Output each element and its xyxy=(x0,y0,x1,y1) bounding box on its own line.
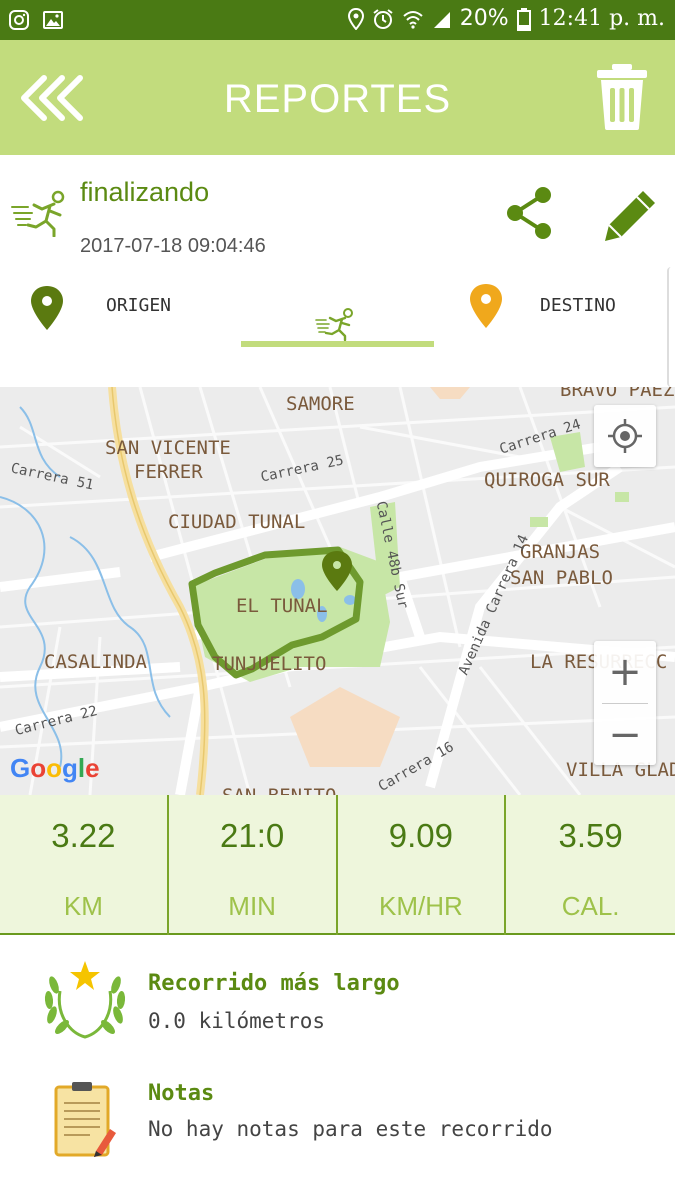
stat-calories-unit: CAL. xyxy=(561,891,620,921)
zoom-in-button[interactable]: + xyxy=(594,641,656,703)
map-label-bravo-paez: BRAVO PAEZ xyxy=(560,387,675,401)
map-base xyxy=(0,387,675,795)
stat-time-unit: MIN xyxy=(228,891,276,921)
origin-pin-icon[interactable] xyxy=(30,285,64,331)
status-bar: 20% 12:41 p. m. xyxy=(0,0,675,40)
map-label-samore: SAMORE xyxy=(286,393,355,415)
map-label-san-vicente: SAN VICENTE xyxy=(105,437,231,459)
route-tabs: ORIGEN DESTINO xyxy=(0,267,675,387)
map-label-ciudad-tunal: CIUDAD TUNAL xyxy=(168,511,306,533)
google-logo[interactable]: Google xyxy=(10,753,100,784)
location-icon xyxy=(347,7,364,30)
map-label-san-pablo: SAN PABLO xyxy=(510,567,613,589)
stat-distance-value: 3.22 xyxy=(51,817,116,854)
map-label-granjas: GRANJAS xyxy=(520,541,601,563)
stat-speed-value: 9.09 xyxy=(388,817,453,854)
notes-title: Notas xyxy=(148,1081,215,1106)
map-label-quiroga-sur: QUIROGA SUR xyxy=(484,469,610,491)
stat-time: 21:0 MIN xyxy=(169,795,338,935)
session-header: finalizando 2017-07-18 09:04:46 xyxy=(0,155,675,275)
signal-icon xyxy=(433,11,450,28)
route-runner-icon[interactable] xyxy=(314,307,358,341)
zoom-out-button[interactable]: − xyxy=(594,704,656,766)
destination-pin-icon[interactable] xyxy=(469,283,503,329)
trash-icon[interactable] xyxy=(595,62,649,132)
my-location-button[interactable] xyxy=(594,405,656,467)
session-datetime: 2017-07-18 09:04:46 xyxy=(80,235,266,257)
notes-value: No hay notas para este recorrido xyxy=(148,1117,553,1141)
map-label-san-benito: SAN BENITO xyxy=(222,785,336,795)
tab-active-indicator xyxy=(241,341,434,347)
laurel-star-icon xyxy=(44,961,126,1039)
stat-speed: 9.09 KM/HR xyxy=(338,795,507,935)
alarm-icon xyxy=(373,8,393,29)
longest-route-title: Recorrido más largo xyxy=(148,971,400,996)
stat-calories-value: 3.59 xyxy=(558,817,623,854)
battery-percent: 20% xyxy=(459,6,509,31)
tab-origin[interactable]: ORIGEN xyxy=(106,295,171,316)
instagram-icon xyxy=(9,10,29,30)
map-label-ferrer: FERRER xyxy=(134,461,203,483)
crosshair-icon xyxy=(608,419,642,453)
stat-speed-unit: KM/HR xyxy=(378,891,463,921)
clipboard-note-icon[interactable] xyxy=(40,1079,130,1169)
battery-icon xyxy=(516,7,531,31)
zoom-controls: + − xyxy=(594,641,656,765)
scroll-handle[interactable] xyxy=(667,267,675,387)
longest-route-row: Recorrido más largo 0.0 kilómetros xyxy=(0,955,675,1065)
runner-icon xyxy=(11,190,65,237)
route-map[interactable]: SAMORE BRAVO PAEZ SAN VICENTE FERRER Car… xyxy=(0,387,675,795)
stat-distance: 3.22 KM xyxy=(0,795,169,935)
longest-route-value: 0.0 kilómetros xyxy=(148,1009,326,1033)
notes-row: Notas No hay notas para este recorrido xyxy=(0,1075,675,1185)
stat-calories: 3.59 CAL. xyxy=(506,795,675,935)
tab-destination[interactable]: DESTINO xyxy=(540,295,616,316)
map-label-el-tunal: EL TUNAL xyxy=(236,595,328,617)
session-name: finalizando xyxy=(80,177,210,207)
share-icon[interactable] xyxy=(503,185,555,241)
page-title: REPORTES xyxy=(223,77,452,121)
clock: 12:41 p. m. xyxy=(538,6,665,31)
map-label-casalinda: CASALINDA xyxy=(44,651,147,673)
gallery-icon xyxy=(43,11,63,29)
stat-distance-unit: KM xyxy=(63,891,103,921)
app-bar: REPORTES xyxy=(0,40,675,155)
wifi-icon xyxy=(403,10,423,29)
stats-bar: 3.22 KM 21:0 MIN 9.09 KM/HR 3.59 CAL. xyxy=(0,795,675,935)
map-label-tunjuelito: TUNJUELITO xyxy=(212,653,327,675)
pencil-icon[interactable] xyxy=(603,187,659,243)
stat-time-value: 21:0 xyxy=(220,817,285,854)
